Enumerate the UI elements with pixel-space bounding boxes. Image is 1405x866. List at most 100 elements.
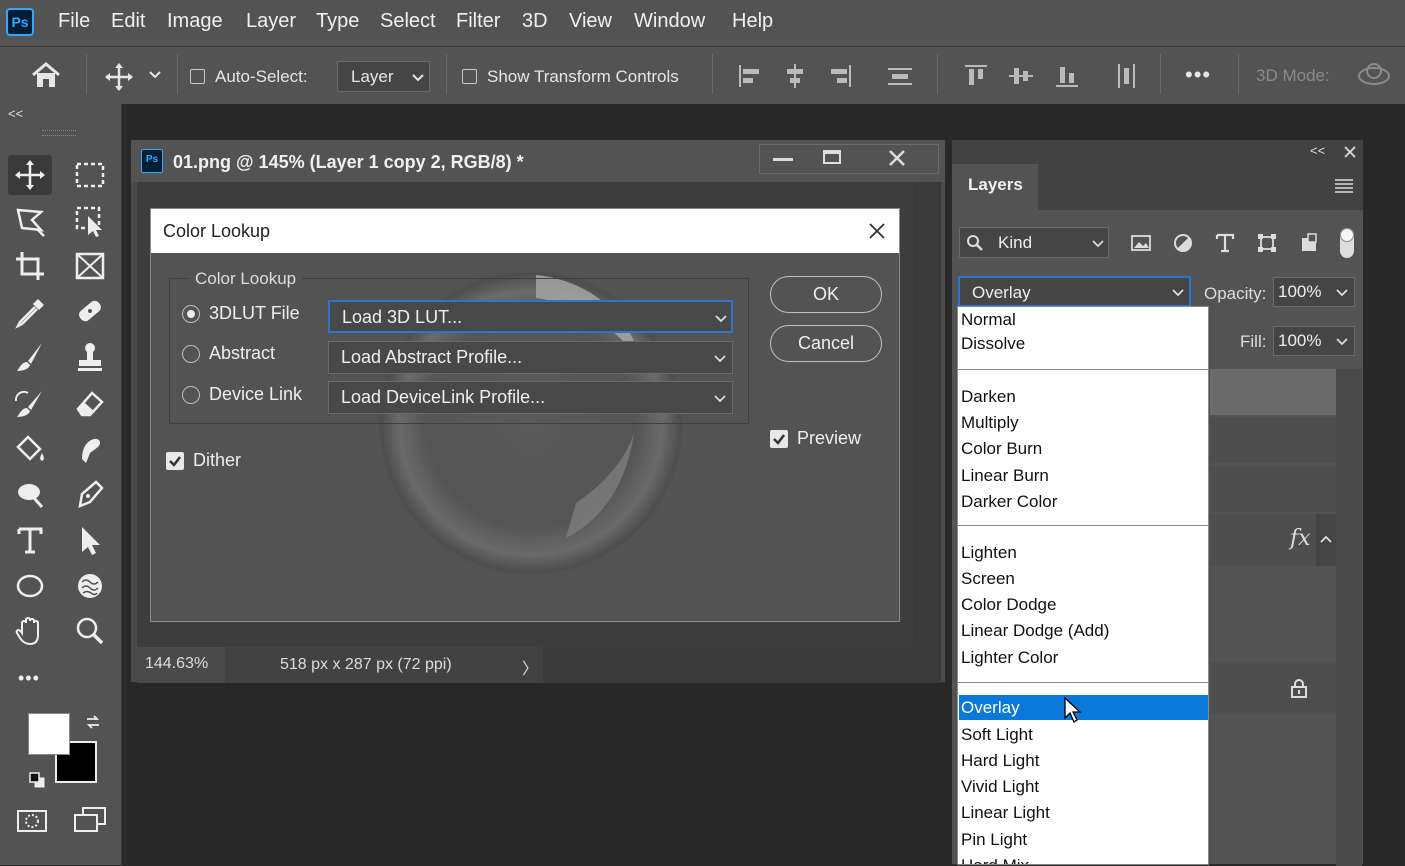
blend-mode-option[interactable]: Color Burn — [961, 439, 1042, 459]
foreground-color-swatch[interactable] — [28, 713, 70, 755]
filter-shape-icon[interactable] — [1256, 232, 1278, 254]
menu-3d[interactable]: 3D — [522, 10, 548, 33]
menu-type[interactable]: Type — [316, 10, 359, 33]
texture-tool-icon[interactable] — [68, 566, 112, 606]
align-right-icon[interactable] — [826, 62, 854, 90]
blend-mode-option[interactable]: Hard Mix — [961, 856, 1029, 864]
blend-mode-option[interactable]: Vivid Light — [961, 777, 1039, 797]
distribute-vertical-icon[interactable] — [1112, 62, 1140, 90]
document-titlebar[interactable]: Ps 01.png @ 145% (Layer 1 copy 2, RGB/8)… — [131, 140, 945, 182]
layer-row-selected[interactable] — [1210, 369, 1336, 415]
blend-mode-option[interactable]: Linear Burn — [961, 466, 1049, 486]
blend-mode-option[interactable]: Soft Light — [961, 725, 1033, 745]
dither-checkbox[interactable] — [166, 452, 184, 470]
screen-mode-icon[interactable] — [72, 805, 108, 835]
chevron-down-icon[interactable] — [149, 70, 161, 80]
blend-mode-option[interactable]: Pin Light — [961, 830, 1027, 850]
blend-mode-option-highlighted[interactable]: Overlay — [959, 695, 1208, 720]
filter-smart-object-icon[interactable] — [1298, 232, 1320, 254]
zoom-tool-icon[interactable] — [68, 611, 112, 651]
move-tool-icon[interactable] — [8, 155, 52, 195]
quick-mask-icon[interactable] — [14, 805, 50, 835]
healing-brush-icon[interactable] — [68, 291, 112, 331]
3d-orbit-icon[interactable] — [1356, 60, 1392, 92]
filter-type-icon[interactable] — [1214, 232, 1236, 254]
menu-edit[interactable]: Edit — [111, 10, 145, 33]
eraser-icon[interactable] — [68, 383, 112, 423]
filter-toggle-switch[interactable] — [1340, 228, 1354, 258]
ok-button[interactable]: OK — [770, 276, 882, 313]
object-selection-icon[interactable] — [68, 200, 112, 240]
status-menu-arrow[interactable]: 〉 — [522, 655, 538, 679]
hand-tool-icon[interactable] — [8, 611, 52, 651]
blend-mode-option[interactable]: Screen — [961, 569, 1015, 589]
fill-field[interactable]: 100% — [1273, 326, 1355, 356]
clone-stamp-icon[interactable] — [68, 337, 112, 377]
panel-menu-icon[interactable] — [1334, 178, 1354, 194]
blend-mode-dropdown[interactable]: Overlay — [958, 276, 1191, 307]
close-icon[interactable] — [1343, 145, 1357, 159]
radio-device-link[interactable] — [182, 386, 200, 404]
auto-select-dropdown[interactable]: Layer — [337, 61, 430, 92]
filter-kind-dropdown[interactable]: Kind — [959, 227, 1109, 258]
blend-mode-option[interactable]: Normal — [961, 310, 1016, 330]
minimize-icon[interactable] — [773, 158, 793, 161]
maximize-icon[interactable] — [823, 150, 841, 164]
blend-mode-option[interactable]: Dissolve — [961, 334, 1025, 354]
layer-row[interactable] — [1210, 466, 1336, 512]
layer-effects-icon[interactable]: fx — [1290, 526, 1311, 551]
align-center-icon[interactable] — [781, 62, 809, 90]
abstract-profile-select[interactable]: Load Abstract Profile... — [328, 341, 733, 374]
frame-tool-icon[interactable] — [68, 246, 112, 286]
horizontal-scrollbar[interactable] — [543, 647, 941, 683]
cancel-button[interactable]: Cancel — [770, 325, 882, 362]
crop-tool-icon[interactable] — [8, 246, 52, 286]
history-brush-icon[interactable] — [8, 383, 52, 423]
align-bottom-icon[interactable] — [1053, 62, 1081, 90]
home-icon[interactable] — [30, 61, 62, 89]
blend-mode-option[interactable]: Multiply — [961, 413, 1019, 433]
default-colors-icon[interactable] — [28, 771, 46, 789]
blend-mode-option[interactable]: Color Dodge — [961, 595, 1056, 615]
distribute-icon[interactable] — [886, 62, 914, 90]
panel-collapse-button[interactable]: << — [1310, 143, 1325, 158]
3dlut-file-select[interactable]: Load 3D LUT... — [328, 300, 733, 333]
zoom-field[interactable]: 144.63% — [137, 647, 225, 683]
blend-mode-option[interactable]: Darken — [961, 387, 1016, 407]
blend-mode-option[interactable]: Lighter Color — [961, 648, 1058, 668]
menu-window[interactable]: Window — [634, 10, 705, 33]
align-top-icon[interactable] — [962, 62, 990, 90]
smudge-tool-icon[interactable] — [68, 429, 112, 469]
filter-adjustment-icon[interactable] — [1172, 232, 1194, 254]
align-left-icon[interactable] — [736, 62, 764, 90]
brush-tool-icon[interactable] — [8, 337, 52, 377]
filter-pixel-icon[interactable] — [1130, 232, 1152, 254]
close-icon[interactable] — [888, 149, 906, 167]
blend-mode-option[interactable]: Linear Dodge (Add) — [961, 621, 1109, 641]
layers-scrollbar[interactable] — [1336, 369, 1362, 866]
swap-colors-icon[interactable] — [84, 713, 102, 731]
tab-layers[interactable]: Layers — [952, 164, 1038, 210]
edit-toolbar-button[interactable]: ••• — [18, 668, 40, 689]
menu-help[interactable]: Help — [732, 10, 773, 33]
pen-tool-icon[interactable] — [68, 474, 112, 514]
lasso-tool-icon[interactable] — [8, 200, 52, 240]
opacity-field[interactable]: 100% — [1273, 277, 1355, 307]
dodge-tool-icon[interactable] — [8, 474, 52, 514]
menu-image[interactable]: Image — [167, 10, 223, 33]
eyedropper-icon[interactable] — [8, 291, 52, 331]
dialog-titlebar[interactable]: Color Lookup — [151, 209, 899, 253]
show-transform-checkbox[interactable] — [462, 69, 477, 84]
close-icon[interactable] — [868, 222, 886, 240]
vertical-scrollbar[interactable] — [913, 182, 941, 647]
layer-row[interactable] — [1210, 417, 1336, 463]
preview-checkbox[interactable] — [770, 430, 788, 448]
blend-mode-option[interactable]: Linear Light — [961, 803, 1050, 823]
radio-3dlut-file[interactable] — [182, 305, 200, 323]
ellipse-tool-icon[interactable] — [8, 566, 52, 606]
paint-bucket-icon[interactable] — [8, 429, 52, 469]
menu-filter[interactable]: Filter — [456, 10, 500, 33]
type-tool-icon[interactable] — [8, 520, 52, 560]
layer-effects-toggle[interactable] — [1316, 514, 1336, 566]
tools-collapse-button[interactable]: << — [8, 106, 23, 121]
